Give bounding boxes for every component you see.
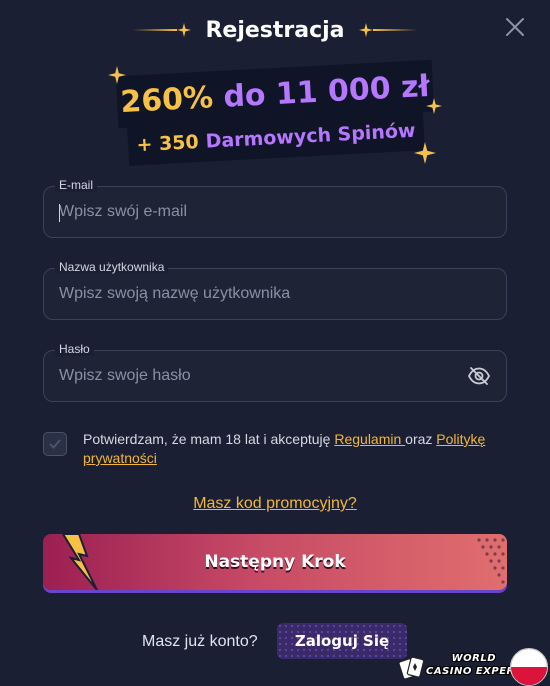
watermark-line2: CASINO EXPERT xyxy=(426,666,522,677)
promo-code-link[interactable]: Masz kod promocyjny? xyxy=(193,495,357,512)
next-step-label: Następny Krok xyxy=(204,552,346,572)
sparkle-icon xyxy=(177,23,192,37)
email-input[interactable] xyxy=(59,186,459,238)
terms-text: Potwierdzam, że mam 18 lat i akceptuję R… xyxy=(83,430,507,468)
cards-icon xyxy=(398,656,425,680)
bonus-spins-label: Darmowych Spinów xyxy=(205,119,417,153)
sparkle-icon xyxy=(414,142,436,164)
next-step-button[interactable]: Następny Krok xyxy=(43,534,507,590)
terms-consent: Potwierdzam, że mam 18 lat i akceptuję R… xyxy=(43,430,507,470)
modal-header: Rejestracja xyxy=(0,14,550,46)
login-button[interactable]: Zaloguj Się xyxy=(277,623,407,659)
watermark-line1: WORLD xyxy=(451,653,497,664)
bonus-amount: do 11 000 zł xyxy=(222,68,431,115)
terms-checkbox[interactable] xyxy=(43,432,67,456)
modal-title: Rejestracja xyxy=(205,17,345,43)
dot-pattern-decoration xyxy=(477,538,505,584)
sparkle-icon xyxy=(108,66,126,84)
eye-off-icon[interactable] xyxy=(467,364,491,388)
sparkle-icon xyxy=(426,98,442,114)
checkmark-icon xyxy=(49,439,61,449)
password-input[interactable] xyxy=(59,350,459,402)
title-decoration-left xyxy=(133,23,192,37)
title-decoration-right xyxy=(358,23,417,37)
terms-link[interactable]: Regulamin xyxy=(334,431,405,447)
text-caret xyxy=(59,204,60,222)
have-account-text: Masz już konto? xyxy=(142,633,258,650)
bonus-spins-count: + 350 xyxy=(135,131,200,157)
close-icon[interactable] xyxy=(504,16,526,38)
login-label: Zaloguj Się xyxy=(294,632,390,650)
sparkle-icon xyxy=(358,23,373,37)
username-input[interactable] xyxy=(59,268,459,320)
poland-flag-icon xyxy=(510,648,548,686)
terms-text-before: Potwierdzam, że mam 18 lat i akceptuję xyxy=(83,431,335,447)
lightning-bolt-icon xyxy=(61,534,98,590)
promo-code-row: Masz kod promocyjny? xyxy=(0,495,550,513)
username-field: Nazwa użytkownika xyxy=(43,260,507,320)
email-field: E-mail xyxy=(43,178,507,238)
password-field: Hasło xyxy=(43,342,507,402)
bonus-percent: 260% xyxy=(119,79,214,120)
terms-text-middle: oraz xyxy=(405,431,437,447)
